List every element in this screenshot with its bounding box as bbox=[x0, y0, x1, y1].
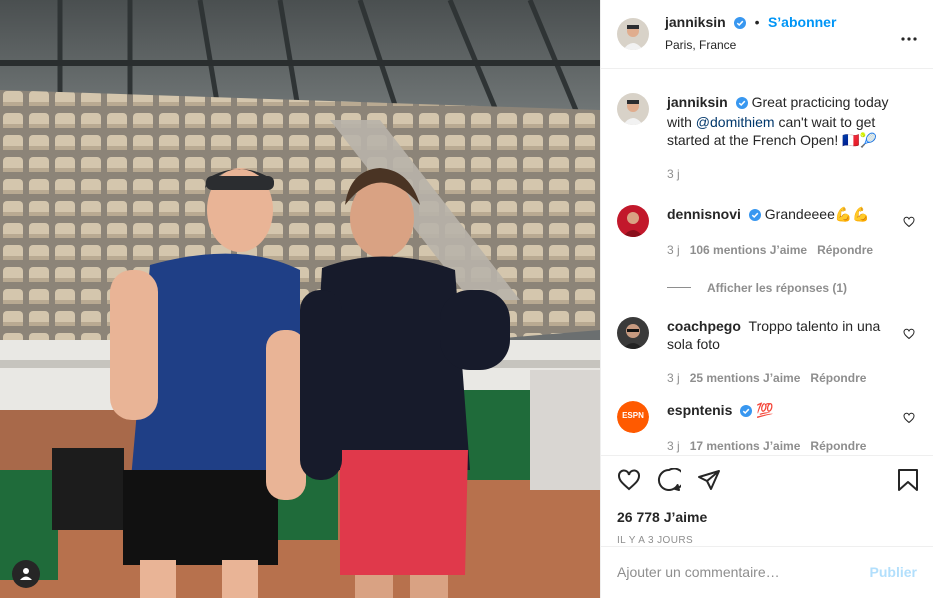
like-count[interactable]: 26 778 J’aime bbox=[617, 509, 917, 525]
caption-time[interactable]: 3 j bbox=[667, 165, 680, 183]
comment: dennisnovi Grandeeee💪💪 3 j 106 mentions … bbox=[617, 204, 917, 259]
caption-avatar[interactable] bbox=[617, 92, 649, 125]
comment-time[interactable]: 3 j bbox=[667, 369, 680, 387]
comment-likes[interactable]: 25 mentions J’aime bbox=[690, 369, 801, 387]
comment-text: Grandeeee💪💪 bbox=[764, 205, 870, 222]
reply-button[interactable]: Répondre bbox=[817, 241, 873, 259]
comment-likes[interactable]: 106 mentions J’aime bbox=[690, 241, 807, 259]
bookmark-icon[interactable] bbox=[897, 468, 919, 497]
post-side-panel: janniksin • S’abonner Paris, France jann… bbox=[600, 0, 933, 598]
share-paper-plane-icon[interactable] bbox=[697, 468, 721, 497]
verified-badge-icon bbox=[740, 403, 753, 421]
instagram-post: janniksin • S’abonner Paris, France jann… bbox=[0, 0, 933, 598]
comment-likes[interactable]: 17 mentions J’aime bbox=[690, 437, 801, 455]
verified-badge-icon bbox=[748, 207, 761, 225]
commenter-avatar[interactable] bbox=[617, 316, 649, 349]
tennis-players-photo bbox=[0, 0, 600, 598]
reply-button[interactable]: Répondre bbox=[810, 437, 866, 455]
commenter-avatar[interactable]: ESPN bbox=[617, 400, 649, 433]
comments-list[interactable]: janniksin Great practicing today with @d… bbox=[601, 69, 933, 455]
commenter-avatar[interactable] bbox=[617, 204, 649, 237]
replies-line bbox=[667, 287, 691, 289]
view-replies-label[interactable]: Afficher les réponses (1) bbox=[707, 281, 847, 295]
comment-bubble-icon[interactable] bbox=[657, 467, 686, 497]
like-comment-heart-icon[interactable] bbox=[903, 411, 915, 429]
comment-username[interactable]: dennisnovi bbox=[667, 206, 741, 222]
comment-input[interactable] bbox=[617, 564, 870, 581]
comment: coachpego Troppo talento in una sola fot… bbox=[617, 316, 917, 387]
caption-username[interactable]: janniksin bbox=[667, 94, 728, 110]
post-header: janniksin • S’abonner Paris, France bbox=[601, 0, 933, 69]
reply-button[interactable]: Répondre bbox=[810, 369, 866, 387]
view-replies-button[interactable]: Afficher les réponses (1) bbox=[667, 281, 917, 295]
caption-mention-link[interactable]: @domithiem bbox=[696, 114, 775, 130]
add-comment-bar: Publier bbox=[601, 545, 933, 598]
follow-button[interactable]: S’abonner bbox=[768, 14, 836, 30]
post-actions: 26 778 J’aime IL Y A 3 JOURS bbox=[601, 454, 933, 546]
like-heart-icon[interactable] bbox=[617, 468, 641, 497]
tagged-user-icon[interactable] bbox=[12, 560, 40, 588]
verified-badge-icon bbox=[734, 16, 747, 34]
author-username[interactable]: janniksin bbox=[665, 14, 726, 30]
comment-text: 💯 bbox=[756, 401, 774, 418]
comment-username[interactable]: espntenis bbox=[667, 402, 732, 418]
post-timestamp[interactable]: IL Y A 3 JOURS bbox=[617, 535, 917, 546]
more-options-icon[interactable] bbox=[901, 28, 917, 46]
like-comment-heart-icon[interactable] bbox=[903, 215, 915, 233]
post-photo[interactable] bbox=[0, 0, 600, 598]
author-avatar[interactable] bbox=[617, 17, 649, 50]
caption: janniksin Great practicing today with @d… bbox=[617, 92, 917, 183]
comment-time[interactable]: 3 j bbox=[667, 241, 680, 259]
comment-time[interactable]: 3 j bbox=[667, 437, 680, 455]
like-comment-heart-icon[interactable] bbox=[903, 327, 915, 345]
separator-dot: • bbox=[754, 14, 760, 31]
publish-button[interactable]: Publier bbox=[870, 564, 917, 580]
verified-badge-icon bbox=[735, 95, 748, 113]
post-location[interactable]: Paris, France bbox=[665, 36, 836, 54]
comment: ESPN espntenis 💯 3 j 17 mentions J’aime … bbox=[617, 400, 917, 455]
espn-logo-text: ESPN bbox=[622, 411, 644, 420]
comment-username[interactable]: coachpego bbox=[667, 318, 741, 334]
